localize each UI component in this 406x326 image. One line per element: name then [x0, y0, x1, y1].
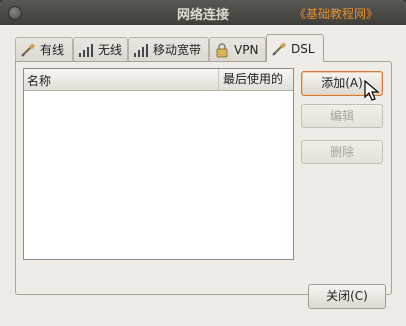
tab-vpn[interactable]: VPN — [209, 37, 266, 61]
column-header-name[interactable]: 名称 — [27, 72, 51, 89]
vpn-lock-icon — [214, 42, 230, 58]
column-header-last-used[interactable]: 最后使用的 — [218, 69, 283, 90]
tab-dsl[interactable]: DSL — [266, 34, 324, 62]
tab-label: 移动宽带 — [153, 43, 202, 57]
network-connections-window: 网络连接 《基础教程网》 有线 无线 移动宽带 VPN DSL 名称 最后使用的… — [0, 0, 406, 326]
list-header: 名称 最后使用的 — [24, 69, 293, 91]
close-button[interactable]: 关闭(C) — [308, 284, 386, 309]
delete-button[interactable]: 删除 — [301, 140, 383, 164]
dialog-body: 有线 无线 移动宽带 VPN DSL 名称 最后使用的 添加(A) 编辑 删除 … — [0, 25, 406, 326]
dsl-plug-icon — [271, 41, 287, 57]
tab-wired[interactable]: 有线 — [15, 37, 73, 61]
wired-plug-icon — [20, 42, 36, 58]
tab-label: DSL — [291, 41, 315, 56]
mouse-cursor-icon — [364, 80, 380, 101]
tab-mobile-broadband[interactable]: 移动宽带 — [128, 37, 209, 61]
tab-label: VPN — [234, 42, 259, 57]
dsl-tab-panel: 名称 最后使用的 添加(A) 编辑 删除 — [15, 61, 392, 295]
edit-button[interactable]: 编辑 — [301, 104, 383, 128]
watermark-text: 《基础教程网》 — [293, 7, 378, 21]
tab-label: 有线 — [40, 43, 65, 57]
tab-wireless[interactable]: 无线 — [73, 37, 128, 61]
wireless-signal-icon — [78, 42, 94, 58]
connection-list[interactable]: 名称 最后使用的 — [23, 68, 294, 260]
title-bar[interactable]: 网络连接 《基础教程网》 — [0, 0, 406, 25]
tab-label: 无线 — [98, 43, 123, 57]
mobile-broadband-signal-icon — [133, 42, 149, 58]
